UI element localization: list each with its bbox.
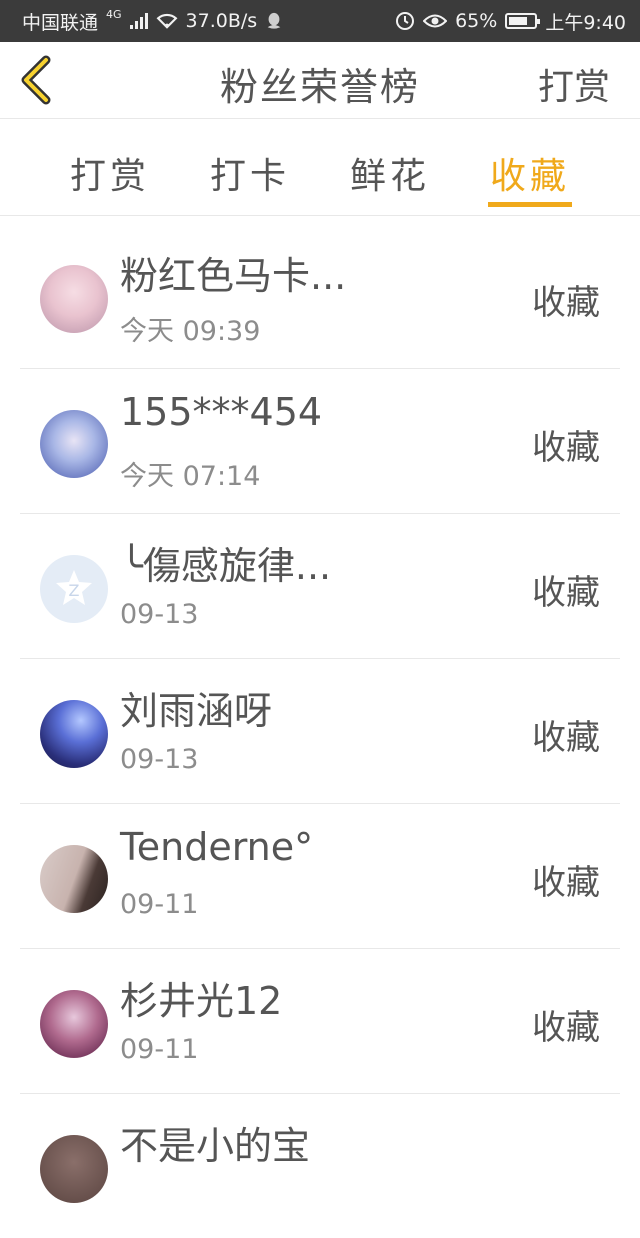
active-tab-indicator bbox=[488, 202, 572, 207]
fan-list-item[interactable]: Z ╰傷感旋律... 09-13 收藏 bbox=[20, 513, 620, 659]
fan-name: 杉井光12 bbox=[120, 979, 283, 1023]
action-type-label: 收藏 bbox=[532, 428, 600, 468]
tab-favorites[interactable]: 收藏 bbox=[490, 147, 570, 199]
battery-icon bbox=[505, 13, 541, 29]
fan-name: 粉红色马卡... bbox=[120, 254, 347, 298]
avatar bbox=[40, 700, 108, 768]
tab-reward[interactable]: 打赏 bbox=[70, 147, 150, 199]
signal-icon bbox=[129, 13, 148, 29]
fan-list-item[interactable]: 刘雨涵呀 09-13 收藏 bbox=[20, 658, 620, 804]
fan-list-item[interactable]: 不是小的宝 bbox=[20, 1093, 620, 1238]
qq-icon bbox=[267, 12, 281, 29]
fan-time: 今天 07:14 bbox=[120, 461, 261, 492]
fan-list-item[interactable]: 粉红色马卡... 今天 09:39 收藏 bbox=[20, 223, 620, 369]
fan-time: 09-11 bbox=[120, 889, 199, 920]
network-type: 4G bbox=[106, 7, 122, 21]
fan-list-item[interactable]: Tenderne° 09-11 收藏 bbox=[20, 803, 620, 949]
fan-time: 09-11 bbox=[120, 1034, 199, 1065]
default-avatar-icon: Z bbox=[40, 555, 108, 623]
battery-percent: 65% bbox=[455, 10, 498, 32]
status-bar: 中国联通 4G 37.0B/s 65% 上午9:40 bbox=[0, 0, 640, 42]
fan-time: 09-13 bbox=[120, 744, 199, 775]
alarm-icon bbox=[396, 12, 415, 30]
nav-header: 粉丝荣誉榜 打赏 bbox=[0, 42, 640, 119]
action-type-label: 收藏 bbox=[532, 718, 600, 758]
eye-icon bbox=[423, 14, 448, 28]
avatar bbox=[40, 1135, 108, 1203]
action-type-label: 收藏 bbox=[532, 863, 600, 903]
action-type-label: 收藏 bbox=[532, 1008, 600, 1048]
fan-name: 不是小的宝 bbox=[120, 1124, 311, 1168]
tab-flowers[interactable]: 鲜花 bbox=[350, 147, 430, 199]
avatar bbox=[40, 265, 108, 333]
avatar bbox=[40, 845, 108, 913]
action-type-label: 收藏 bbox=[532, 573, 600, 613]
avatar bbox=[40, 990, 108, 1058]
wifi-icon bbox=[156, 13, 177, 29]
reward-button[interactable]: 打赏 bbox=[538, 58, 610, 110]
svg-text:Z: Z bbox=[69, 581, 80, 600]
tab-checkin[interactable]: 打卡 bbox=[210, 147, 290, 199]
carrier-label: 中国联通 bbox=[22, 11, 99, 34]
fan-name: 刘雨涵呀 bbox=[120, 689, 273, 733]
fan-name: Tenderne° bbox=[120, 825, 314, 869]
avatar bbox=[40, 410, 108, 478]
fan-time: 09-13 bbox=[120, 599, 199, 630]
action-type-label: 收藏 bbox=[532, 283, 600, 323]
fan-list-item[interactable]: 杉井光12 09-11 收藏 bbox=[20, 948, 620, 1094]
network-speed: 37.0B/s bbox=[185, 10, 258, 32]
fan-name: ╰傷感旋律... bbox=[120, 544, 332, 588]
fan-name: 155***454 bbox=[120, 390, 323, 434]
clock: 上午9:40 bbox=[545, 11, 626, 34]
fan-list-item[interactable]: 155***454 今天 07:14 收藏 bbox=[20, 368, 620, 514]
fan-time: 今天 09:39 bbox=[120, 316, 261, 347]
